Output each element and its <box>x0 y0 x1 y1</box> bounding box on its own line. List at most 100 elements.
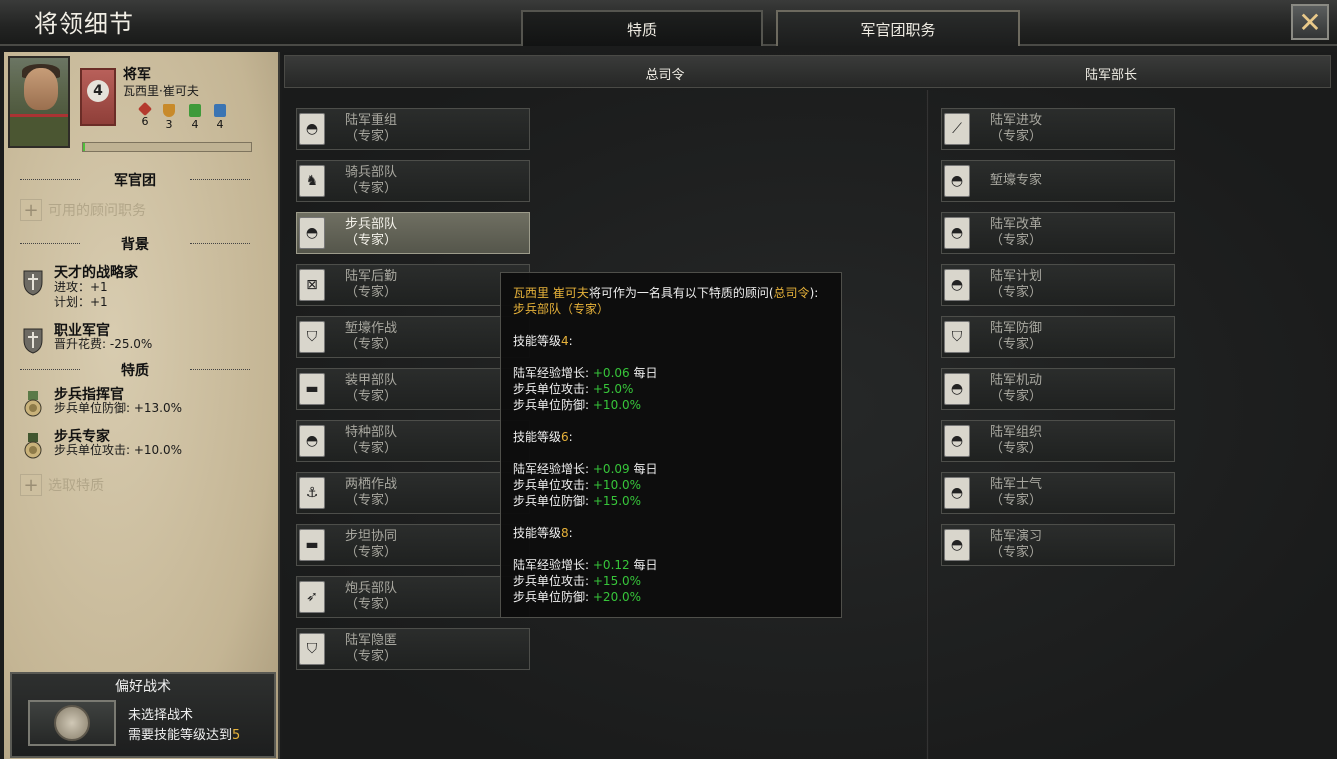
role-qualifier: （专家） <box>345 597 398 612</box>
role-name: 陆军重组 <box>345 113 398 128</box>
experience-bar <box>82 142 252 152</box>
logistics-icon <box>214 104 226 117</box>
role-button[interactable]: ▬ 步坦协同 （专家） <box>296 524 530 566</box>
attack-icon <box>137 101 153 117</box>
role-qualifier: （专家） <box>990 389 1043 404</box>
select-trait-button[interactable]: + 选取特质 <box>20 473 104 497</box>
role-button[interactable]: ◓ 陆军士气 （专家） <box>941 472 1175 514</box>
defense-stat: 3 <box>161 104 177 131</box>
role-name: 陆军演习 <box>990 529 1043 544</box>
skill-level-block: 技能等级6: 陆军经验增长: +0.09 每日 步兵单位攻击: +10.0% 步兵单位… <box>513 430 658 508</box>
role-name: 陆军组织 <box>990 425 1043 440</box>
role-qualifier: （专家） <box>345 181 398 196</box>
role-button[interactable]: ⛉ 堑壕作战 （专家） <box>296 316 530 358</box>
traits-heading: 特质 <box>20 360 250 380</box>
role-button[interactable]: ◓ 陆军改革 （专家） <box>941 212 1175 254</box>
role-name: 堑壕作战 <box>345 321 398 336</box>
role-qualifier: （专家） <box>345 233 398 248</box>
role-name: 特种部队 <box>345 425 398 440</box>
role-qualifier: （专家） <box>345 649 398 664</box>
horse-icon: ♞ <box>299 165 325 197</box>
rank-level: 4 <box>87 80 109 102</box>
helmet-icon: ◓ <box>944 269 970 301</box>
role-qualifier: （专家） <box>990 233 1043 248</box>
plus-icon: + <box>20 199 42 221</box>
shield-cross-icon <box>23 270 43 296</box>
planning-stat: 4 <box>187 104 203 131</box>
helmet-icon: ◓ <box>944 373 970 405</box>
shield-icon: ⛉ <box>944 321 970 353</box>
window-title: 将领细节 <box>34 10 134 38</box>
role-button[interactable]: ⛉ 陆军隐匿 （专家） <box>296 628 530 670</box>
role-button[interactable]: ◓ 陆军机动 （专家） <box>941 368 1175 410</box>
role-qualifier: （专家） <box>345 441 398 456</box>
role-button[interactable]: ◓ 特种部队 （专家） <box>296 420 530 462</box>
role-name: 炮兵部队 <box>345 581 398 596</box>
close-button[interactable]: ✕ <box>1291 4 1329 40</box>
helmet-icon: ◓ <box>299 425 325 457</box>
role-qualifier: （专家） <box>990 285 1043 300</box>
helmet-icon: ◓ <box>299 217 325 249</box>
general-portrait <box>8 56 70 148</box>
role-button[interactable]: ⚓ 两栖作战 （专家） <box>296 472 530 514</box>
helmet-icon: ◓ <box>299 113 325 145</box>
role-qualifier: （专家） <box>990 337 1043 352</box>
role-qualifier: （专家） <box>990 441 1043 456</box>
role-name: 陆军机动 <box>990 373 1043 388</box>
general-rank: 将军 <box>123 67 151 83</box>
column-header-high-command: 总司令 <box>645 68 685 83</box>
general-name: 瓦西里·崔可夫 <box>123 84 199 98</box>
role-name: 两栖作战 <box>345 477 398 492</box>
anchor-icon: ⚓ <box>299 477 325 509</box>
role-button[interactable]: ⛉ 陆军防御 （专家） <box>941 316 1175 358</box>
role-button[interactable]: ◓ 步兵部队 （专家） <box>296 212 530 254</box>
column-divider <box>926 90 929 759</box>
role-name: 陆军后勤 <box>345 269 398 284</box>
helmet-icon: ◓ <box>944 165 970 197</box>
tank-icon: ▬ <box>299 373 325 405</box>
role-qualifier: （专家） <box>990 493 1043 508</box>
role-button[interactable]: ◓ 陆军计划 （专家） <box>941 264 1175 306</box>
role-button[interactable]: ⟋ 陆军进攻 （专家） <box>941 108 1175 150</box>
role-name: 陆军进攻 <box>990 113 1043 128</box>
tactics-button[interactable] <box>28 700 116 746</box>
tactics-emblem-icon <box>54 705 90 741</box>
logistics-stat: 4 <box>212 104 228 131</box>
role-name: 陆军计划 <box>990 269 1043 284</box>
supply-icon: ⊠ <box>299 269 325 301</box>
planning-icon <box>189 104 201 117</box>
role-name: 步兵部队 <box>345 217 398 232</box>
role-button[interactable]: ⊠ 陆军后勤 （专家） <box>296 264 530 306</box>
tactics-status: 未选择战术 <box>128 708 194 723</box>
tank-icon: ▬ <box>299 529 325 561</box>
role-qualifier: （专家） <box>345 337 398 352</box>
shield-icon: ⛉ <box>299 633 325 665</box>
role-name: 骑兵部队 <box>345 165 398 180</box>
tactics-requirement: 需要技能等级达到5 <box>128 728 241 743</box>
helmet-icon: ◓ <box>944 217 970 249</box>
defense-icon <box>163 104 175 117</box>
role-button[interactable]: ◓ 堑壕专家 <box>941 160 1175 202</box>
role-button[interactable]: ➶ 炮兵部队 （专家） <box>296 576 530 618</box>
role-qualifier: （专家） <box>345 389 398 404</box>
shield-cross-icon <box>23 328 43 354</box>
role-name: 陆军改革 <box>990 217 1043 232</box>
advisor-slot-button[interactable]: + 可用的顾问职务 <box>20 198 146 222</box>
role-name: 步坦协同 <box>345 529 398 544</box>
role-button[interactable]: ▬ 装甲部队 （专家） <box>296 368 530 410</box>
role-name: 堑壕专家 <box>990 173 1043 188</box>
role-name: 陆军防御 <box>990 321 1043 336</box>
shield-icon: ⛉ <box>299 321 325 353</box>
role-button[interactable]: ♞ 骑兵部队 （专家） <box>296 160 530 202</box>
rank-badge: 4 <box>80 68 116 126</box>
role-button[interactable]: ◓ 陆军演习 （专家） <box>941 524 1175 566</box>
role-button[interactable]: ◓ 陆军组织 （专家） <box>941 420 1175 462</box>
close-icon: ✕ <box>1298 5 1322 39</box>
tab-officer-corps[interactable]: 军官团职务 <box>776 10 1020 46</box>
helmet-icon: ◓ <box>944 529 970 561</box>
background-heading: 背景 <box>20 234 250 254</box>
tab-traits[interactable]: 特质 <box>521 10 763 46</box>
role-button[interactable]: ◓ 陆军重组 （专家） <box>296 108 530 150</box>
role-qualifier: （专家） <box>345 493 398 508</box>
role-qualifier: （专家） <box>990 545 1043 560</box>
